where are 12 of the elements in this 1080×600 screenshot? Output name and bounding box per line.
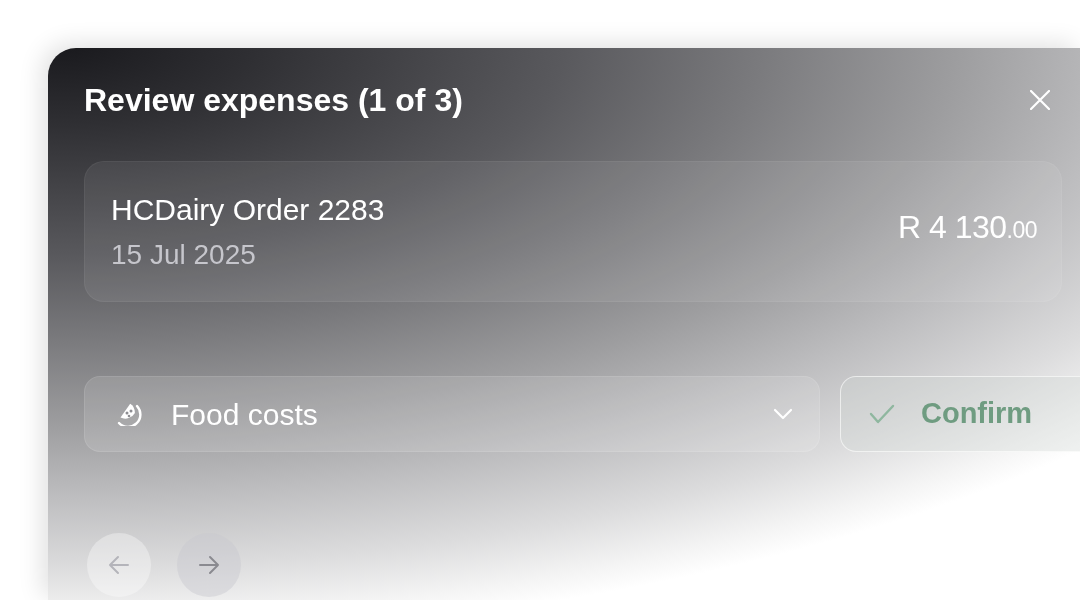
- check-icon: [869, 404, 895, 424]
- confirm-button[interactable]: Confirm: [840, 376, 1080, 452]
- close-icon: [1030, 90, 1050, 110]
- arrow-right-icon: [198, 555, 220, 575]
- expense-name: HCDairy Order 2283: [111, 191, 385, 228]
- chevron-down-icon: [773, 408, 793, 420]
- dialog-title: Review expenses (1 of 3): [84, 81, 463, 120]
- expense-amount: R 4 130.00: [897, 208, 1037, 247]
- category-select[interactable]: Food costs: [84, 376, 820, 452]
- arrow-left-icon: [108, 555, 130, 575]
- watermelon-slice-icon: [117, 402, 143, 426]
- expense-date: 15 Jul 2025: [111, 237, 257, 272]
